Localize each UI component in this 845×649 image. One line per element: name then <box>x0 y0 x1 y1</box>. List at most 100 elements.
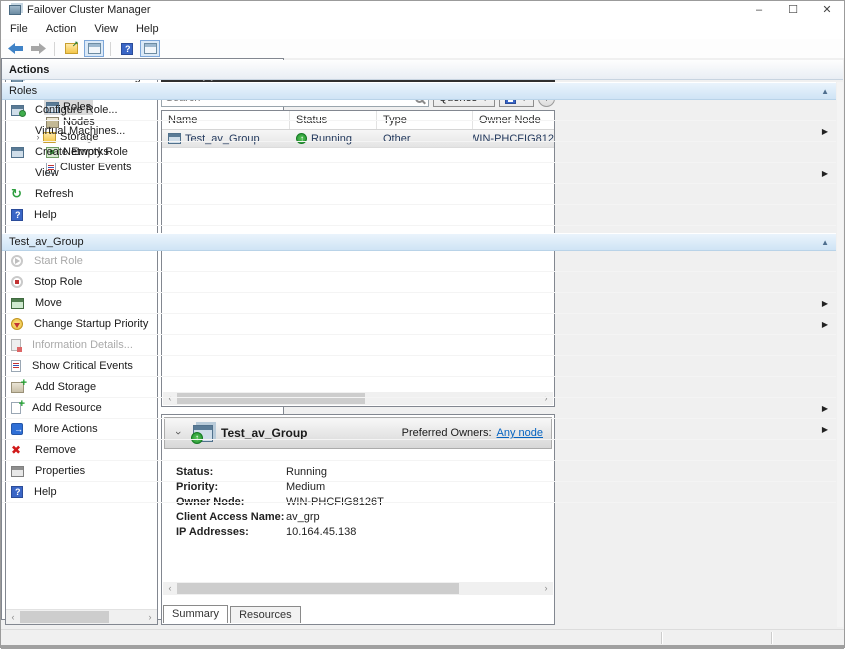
section-title: Roles <box>9 85 37 97</box>
remove-icon <box>11 445 24 456</box>
window-title: Failover Cluster Manager <box>27 4 151 16</box>
action-label: Refresh <box>35 188 74 200</box>
detail-field-ip-addresses: IP Addresses: 10.164.45.138 <box>176 525 544 540</box>
action-label: Move <box>35 297 62 309</box>
action-add-storage[interactable]: Add Storage <box>2 377 836 398</box>
app-window: Failover Cluster Manager – ☐ ✕ File Acti… <box>0 0 845 648</box>
window-pane-icon <box>144 43 157 54</box>
action-label: Help <box>34 209 57 221</box>
action-pane-button[interactable] <box>140 40 160 57</box>
scrollbar-thumb[interactable] <box>20 611 109 623</box>
action-help-group[interactable]: Help <box>2 482 836 503</box>
action-refresh[interactable]: Refresh <box>2 184 836 205</box>
configure-role-icon <box>11 105 24 116</box>
detail-field-client-access-name: Client Access Name: av_grp <box>176 510 544 525</box>
scroll-right-icon[interactable]: › <box>143 611 157 624</box>
scrollbar-thumb[interactable] <box>177 583 459 594</box>
action-properties[interactable]: Properties <box>2 461 836 482</box>
toolbar-help-button[interactable] <box>117 40 137 57</box>
create-empty-role-icon <box>11 147 24 158</box>
action-information-details[interactable]: Information Details... <box>2 335 836 356</box>
start-role-icon <box>11 255 23 267</box>
action-label: Properties <box>35 465 85 477</box>
details-tabs: Summary Resources <box>163 606 303 623</box>
action-add-resource[interactable]: Add Resource ▶ <box>2 398 836 419</box>
collapse-arrow-icon[interactable]: ▲ <box>821 87 829 96</box>
submenu-arrow-icon: ▶ <box>822 425 828 434</box>
scroll-left-icon[interactable]: ‹ <box>163 582 177 595</box>
action-label: Help <box>34 486 57 498</box>
window-pane-icon <box>88 43 101 54</box>
statusbar-separator <box>771 632 772 644</box>
action-view[interactable]: View ▶ <box>2 163 836 184</box>
field-value: av_grp <box>286 510 320 525</box>
add-storage-icon <box>11 382 24 393</box>
tab-resources[interactable]: Resources <box>230 606 301 623</box>
action-more-actions[interactable]: More Actions ▶ <box>2 419 836 440</box>
forward-icon <box>31 43 46 54</box>
action-label: Add Resource <box>32 402 102 414</box>
minimize-button[interactable]: – <box>742 1 776 19</box>
refresh-icon <box>11 189 24 200</box>
action-label: Change Startup Priority <box>34 318 148 330</box>
details-horizontal-scrollbar[interactable]: ‹ › <box>163 582 553 595</box>
add-resource-icon <box>11 402 21 414</box>
menu-file[interactable]: File <box>1 19 37 39</box>
help-icon <box>11 486 23 498</box>
actions-pane-title: Actions <box>2 60 843 80</box>
maximize-button[interactable]: ☐ <box>776 1 810 19</box>
field-label: IP Addresses: <box>176 525 286 540</box>
action-label: More Actions <box>34 423 98 435</box>
action-remove[interactable]: Remove <box>2 440 836 461</box>
more-actions-icon <box>11 423 23 435</box>
show-hide-button[interactable] <box>84 40 104 57</box>
menu-action[interactable]: Action <box>37 19 86 39</box>
window-bottom-edge <box>1 645 844 649</box>
action-help[interactable]: Help <box>2 205 836 226</box>
action-label: Configure Role... <box>35 104 118 116</box>
action-change-startup-priority[interactable]: Change Startup Priority ▶ <box>2 314 836 335</box>
menu-help[interactable]: Help <box>127 19 168 39</box>
action-label: Virtual Machines... <box>35 125 125 137</box>
tree-horizontal-scrollbar[interactable]: ‹ › <box>6 609 157 624</box>
main-area: Failover Cluster Manager › MS-SQL-FAILOV… <box>1 58 844 629</box>
priority-icon <box>11 318 23 330</box>
menu-view[interactable]: View <box>85 19 127 39</box>
console-tree-button[interactable] <box>61 40 81 57</box>
action-label: Create Empty Role <box>35 146 128 158</box>
action-create-empty-role[interactable]: Create Empty Role <box>2 142 836 163</box>
close-button[interactable]: ✕ <box>810 1 844 19</box>
action-show-critical-events[interactable]: Show Critical Events <box>2 356 836 377</box>
action-label: Show Critical Events <box>32 360 133 372</box>
tab-summary[interactable]: Summary <box>163 605 228 623</box>
action-virtual-machines[interactable]: Virtual Machines... ▶ <box>2 121 836 142</box>
scroll-right-icon[interactable]: › <box>539 582 553 595</box>
actions-scrollbar-track[interactable] <box>837 82 843 627</box>
scrollbar-track[interactable] <box>20 610 143 624</box>
collapse-arrow-icon[interactable]: ▲ <box>821 238 829 247</box>
menu-bar: File Action View Help <box>1 19 844 40</box>
section-header-roles[interactable]: Roles ▲ <box>2 82 836 100</box>
properties-icon <box>11 466 24 477</box>
scroll-left-icon[interactable]: ‹ <box>6 611 20 624</box>
action-label: Remove <box>35 444 76 456</box>
field-value: 10.164.45.138 <box>286 525 356 540</box>
section-header-test-av-group[interactable]: Test_av_Group ▲ <box>2 233 836 251</box>
action-move[interactable]: Move ▶ <box>2 293 836 314</box>
back-button[interactable] <box>5 40 25 57</box>
toolbar-separator <box>110 42 111 56</box>
submenu-arrow-icon: ▶ <box>822 404 828 413</box>
action-label: Add Storage <box>35 381 96 393</box>
action-stop-role[interactable]: Stop Role <box>2 272 836 293</box>
help-icon <box>11 209 23 221</box>
field-label: Client Access Name: <box>176 510 286 525</box>
action-label: Start Role <box>34 255 83 267</box>
action-configure-role[interactable]: Configure Role... <box>2 100 836 121</box>
status-bar <box>1 629 844 646</box>
action-start-role[interactable]: Start Role <box>2 251 836 272</box>
scrollbar-track[interactable] <box>177 582 539 595</box>
toolbar <box>1 39 844 59</box>
forward-button[interactable] <box>28 40 48 57</box>
help-icon <box>121 43 133 55</box>
submenu-arrow-icon: ▶ <box>822 169 828 178</box>
